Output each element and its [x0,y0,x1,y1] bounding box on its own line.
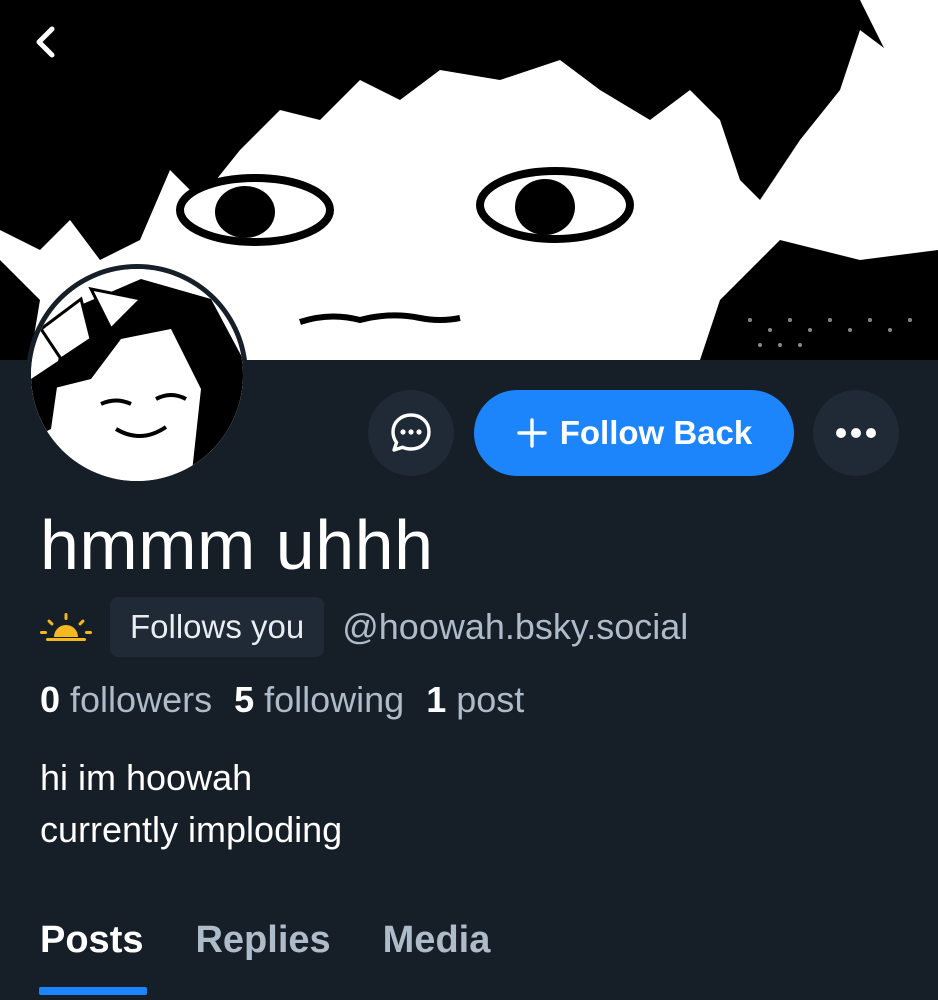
following-stat[interactable]: 5 following [234,679,404,721]
followers-stat[interactable]: 0 followers [40,679,212,721]
profile-stats: 0 followers 5 following 1 post [40,672,546,728]
posts-stat: 1 post [426,679,524,721]
active-tab-indicator [39,987,147,995]
back-button[interactable] [26,22,66,62]
follows-you-badge: Follows you [110,597,325,657]
sunrise-icon[interactable] [40,611,92,643]
tab-posts[interactable]: Posts [40,910,143,970]
chat-bubble-icon [391,413,431,452]
followers-label: followers [70,679,213,720]
tab-replies[interactable]: Replies [195,910,330,970]
followers-count: 0 [40,679,61,720]
profile-tabs: Posts Replies Media [40,910,490,970]
message-button[interactable] [368,390,454,476]
posts-label: post [456,679,525,720]
more-options-button[interactable] [813,390,899,476]
following-count: 5 [234,679,255,720]
ellipsis-icon [836,428,876,438]
avatar[interactable] [26,264,248,486]
bio-line: hi im hoowah [40,757,253,798]
display-name: hmmm uhhh [40,506,434,584]
posts-count: 1 [426,679,447,720]
tab-media[interactable]: Media [383,910,491,970]
follow-back-label: Follow Back [559,414,753,451]
handle: @hoowah.bsky.social [342,606,689,647]
following-label: following [264,679,405,720]
bio-line: currently imploding [40,809,343,850]
profile-bio: hi im hoowah currently imploding [40,752,342,856]
plus-icon [517,418,547,448]
chevron-left-icon [36,26,55,58]
follows-you-label: Follows you [130,608,305,645]
follow-back-button[interactable]: Follow Back [474,390,794,476]
profile-meta-row: Follows you @hoowah.bsky.social [40,596,688,658]
